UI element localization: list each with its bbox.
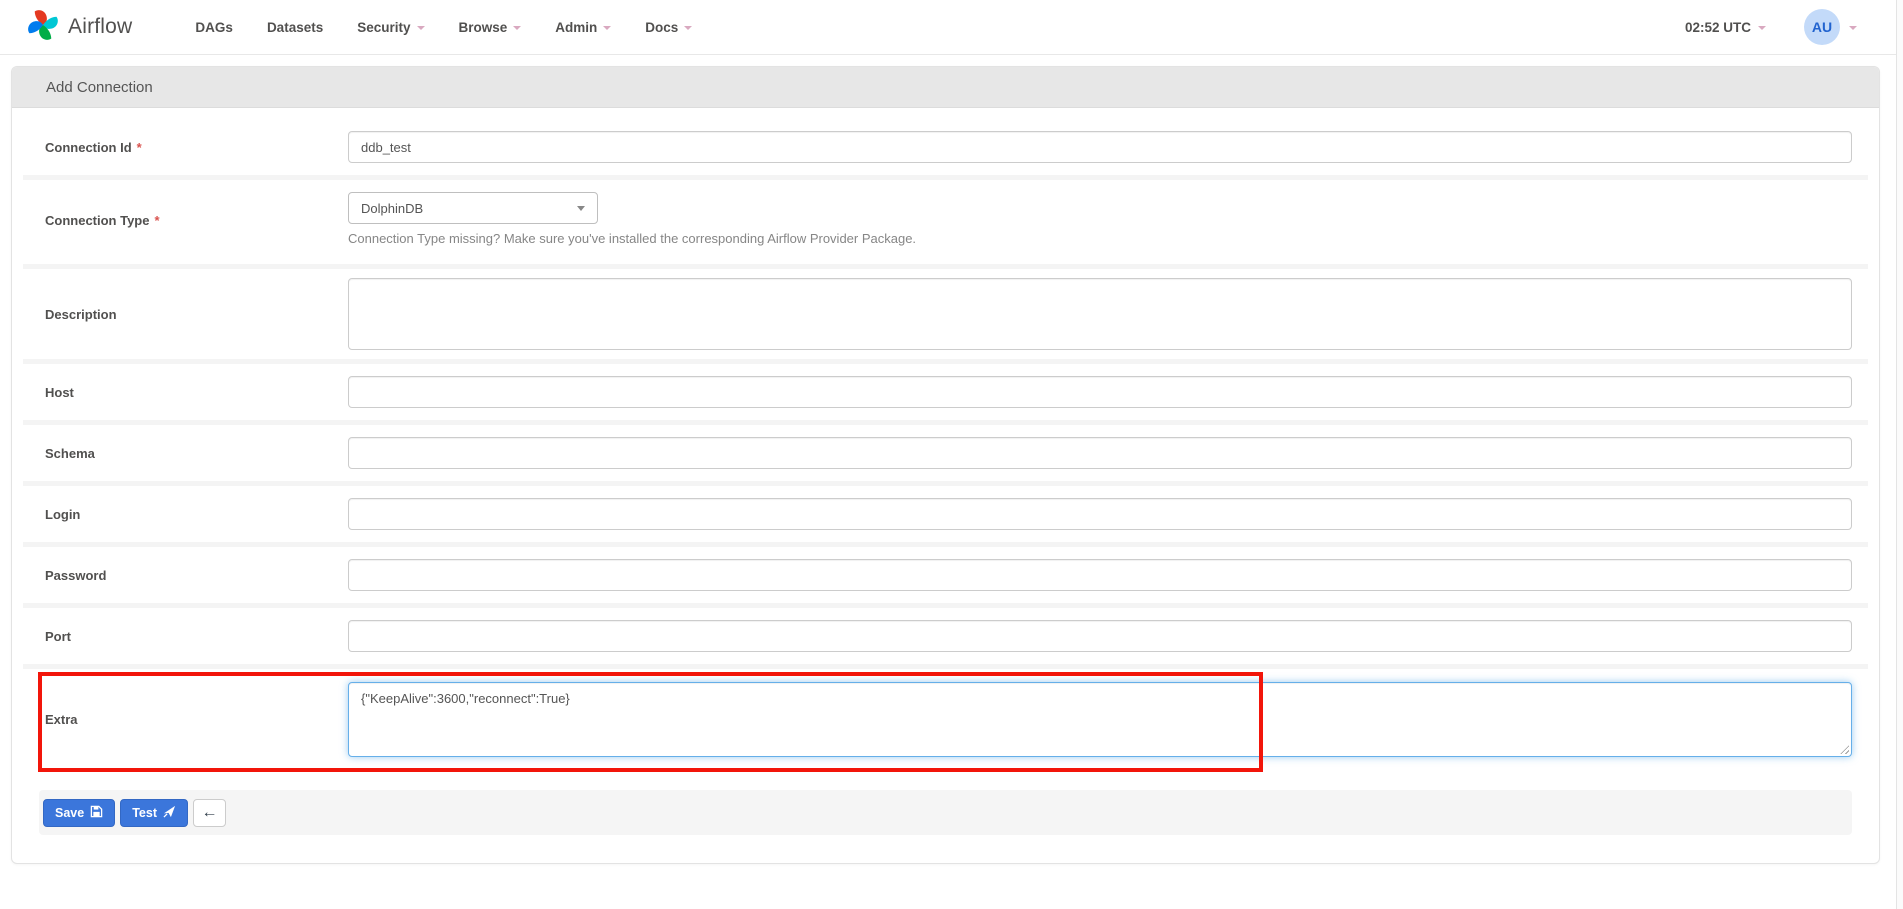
nav-label: DAGs bbox=[195, 20, 233, 35]
chevron-down-icon bbox=[684, 26, 692, 30]
row-extra: Extra {"KeepAlive":3600,"reconnect":True… bbox=[23, 664, 1868, 781]
connection-type-label: Connection Type * bbox=[45, 192, 348, 248]
rocket-icon bbox=[163, 805, 176, 821]
save-floppy-icon bbox=[90, 805, 103, 821]
field-label: Connection Type bbox=[45, 213, 149, 228]
nav-label: Browse bbox=[459, 20, 508, 35]
password-label: Password bbox=[45, 559, 348, 591]
required-asterisk: * bbox=[137, 140, 142, 155]
field-label: Host bbox=[45, 385, 74, 400]
description-textarea[interactable] bbox=[348, 278, 1852, 350]
field-label: Login bbox=[45, 507, 80, 522]
host-label: Host bbox=[45, 376, 348, 408]
login-input[interactable] bbox=[348, 498, 1852, 530]
user-menu[interactable]: AU bbox=[1804, 9, 1857, 45]
dropdown-caret-icon bbox=[577, 206, 585, 211]
chevron-down-icon bbox=[1849, 26, 1857, 30]
nav-label: Security bbox=[357, 20, 410, 35]
page-title: Add Connection bbox=[12, 67, 1879, 108]
connection-type-select[interactable]: DolphinDB bbox=[348, 192, 598, 224]
row-schema: Schema bbox=[23, 420, 1868, 481]
nav-item-docs[interactable]: Docs bbox=[628, 20, 709, 35]
field-label: Extra bbox=[45, 712, 78, 727]
chevron-down-icon bbox=[603, 26, 611, 30]
row-password: Password bbox=[23, 542, 1868, 603]
field-label: Password bbox=[45, 568, 106, 583]
connection-id-label: Connection Id * bbox=[45, 131, 348, 163]
airflow-brand[interactable]: Airflow bbox=[26, 8, 132, 47]
schema-label: Schema bbox=[45, 437, 348, 469]
nav-item-security[interactable]: Security bbox=[340, 20, 441, 35]
nav-label: Docs bbox=[645, 20, 678, 35]
save-button[interactable]: Save bbox=[43, 799, 115, 827]
row-description: Description bbox=[23, 264, 1868, 359]
chevron-down-icon bbox=[417, 26, 425, 30]
chevron-down-icon bbox=[1758, 26, 1766, 30]
nav-label: Admin bbox=[555, 20, 597, 35]
back-arrow-icon: ← bbox=[201, 804, 217, 822]
nav-item-admin[interactable]: Admin bbox=[538, 20, 628, 35]
field-label: Schema bbox=[45, 446, 95, 461]
nav-item-dags[interactable]: DAGs bbox=[178, 20, 250, 35]
avatar: AU bbox=[1804, 9, 1840, 45]
brand-title: Airflow bbox=[68, 15, 132, 39]
row-port: Port bbox=[23, 603, 1868, 664]
navbar-right: 02:52 UTC AU bbox=[1685, 9, 1879, 45]
required-asterisk: * bbox=[154, 213, 159, 228]
add-connection-panel: Add Connection Connection Id * Connectio… bbox=[11, 66, 1880, 864]
main-menu: DAGs Datasets Security Browse Admin Docs bbox=[178, 20, 709, 35]
extra-textarea[interactable]: {"KeepAlive":3600,"reconnect":True} bbox=[348, 682, 1852, 757]
row-login: Login bbox=[23, 481, 1868, 542]
host-input[interactable] bbox=[348, 376, 1852, 408]
row-host: Host bbox=[23, 359, 1868, 420]
selected-option: DolphinDB bbox=[361, 201, 423, 216]
test-label: Test bbox=[132, 806, 157, 820]
password-input[interactable] bbox=[348, 559, 1852, 591]
login-label: Login bbox=[45, 498, 348, 530]
port-input[interactable] bbox=[348, 620, 1852, 652]
vertical-scrollbar[interactable] bbox=[1896, 0, 1903, 909]
description-label: Description bbox=[45, 278, 348, 350]
row-connection-id: Connection Id * bbox=[23, 119, 1868, 175]
navbar: Airflow DAGs Datasets Security Browse Ad… bbox=[0, 0, 1903, 55]
connection-id-input[interactable] bbox=[348, 131, 1852, 163]
field-label: Description bbox=[45, 307, 117, 322]
nav-item-datasets[interactable]: Datasets bbox=[250, 20, 340, 35]
clock-label: 02:52 UTC bbox=[1685, 20, 1751, 35]
form-footer: Save Test bbox=[39, 790, 1852, 835]
timezone-selector[interactable]: 02:52 UTC bbox=[1685, 20, 1766, 35]
field-label: Port bbox=[45, 629, 71, 644]
nav-label: Datasets bbox=[267, 20, 323, 35]
page-content: Add Connection Connection Id * Connectio… bbox=[0, 55, 1903, 864]
port-label: Port bbox=[45, 620, 348, 652]
chevron-down-icon bbox=[513, 26, 521, 30]
connection-type-help: Connection Type missing? Make sure you'v… bbox=[348, 230, 1852, 248]
test-button[interactable]: Test bbox=[120, 799, 188, 827]
save-label: Save bbox=[55, 806, 84, 820]
extra-label: Extra bbox=[45, 682, 348, 757]
connection-form: Connection Id * Connection Type * Dolphi… bbox=[12, 108, 1879, 863]
row-connection-type: Connection Type * DolphinDB Connection T… bbox=[23, 175, 1868, 264]
airflow-pinwheel-icon bbox=[26, 8, 60, 47]
back-button[interactable]: ← bbox=[193, 799, 226, 827]
nav-item-browse[interactable]: Browse bbox=[442, 20, 539, 35]
field-label: Connection Id bbox=[45, 140, 132, 155]
schema-input[interactable] bbox=[348, 437, 1852, 469]
